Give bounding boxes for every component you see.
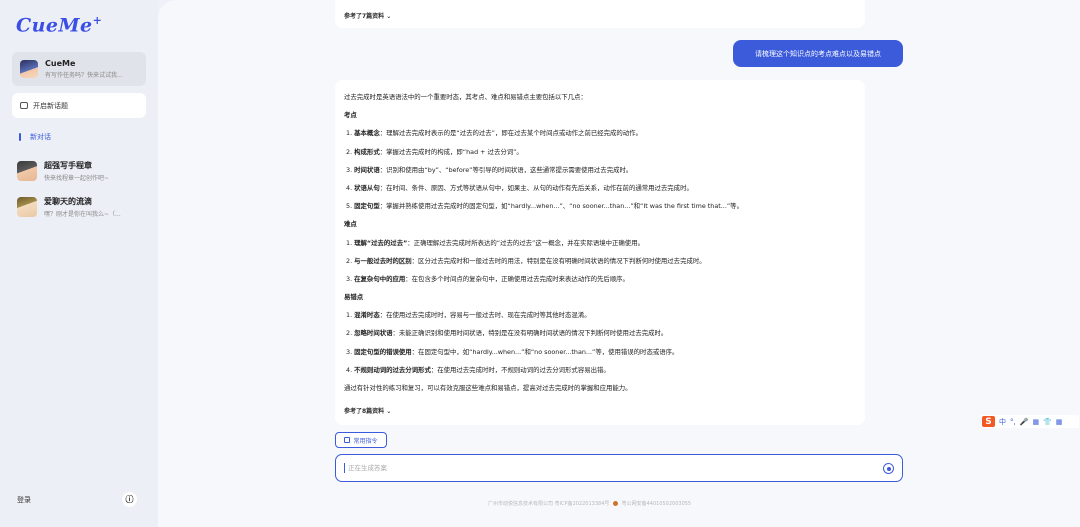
list-item: 1. 基本概念：理解过去完成时表示的是“过去的过去”，即在过去某个时间点或动作之… [346,129,642,138]
command-label: 常用指令 [353,437,378,445]
avatar [17,197,37,217]
chat-input[interactable] [344,463,864,473]
chat-main: 参考了7篇资料 ⌄ 请梳理这个知识点的考点难点以及易错点 过去完成时是英语语法中… [158,0,1080,527]
keyboard-icon[interactable]: ▦ [1032,418,1039,426]
ime-toolbar[interactable]: S 中 °, 🎤 ▦ 👕 ▦ [981,415,1079,428]
list-item: 1. 混淆时态：在使用过去完成时时，容易与一般过去时、现在完成时等其他时态混淆。 [346,311,591,320]
stop-icon [886,466,891,471]
list-item: 1. 理解“过去的过去”：正确理解过去完成时所表达的“过去的过去”这一概念，并在… [346,238,644,247]
sidebar-item-bot[interactable]: 爱聊天的流滴 嘿？刚才是你在叫我么~（... [17,195,151,219]
list-item: 2. 构成形式：掌握过去完成时的构成，即“had + 过去分词”。 [346,147,523,156]
assistant-answer: 过去完成时是英语语法中的一个重要时态，其考点、难点和易错点主要包括以下几点： 考… [335,80,865,425]
new-topic-label: 开启新话题 [33,101,68,110]
ime-mode-icon[interactable]: 中 [999,417,1006,427]
user-message: 请梳理这个知识点的考点难点以及易错点 [733,40,903,67]
list-item: 3. 在复杂句中的应用：在包含多个时间点的复杂句中，正确使用过去完成时来表达动作… [346,274,629,283]
list-item: 4. 状语从句：在时间、条件、原因、方式等状语从句中，如果主、从句的动作有先后关… [346,183,693,192]
bot-subtitle: 快来找程章一起创作吧~ [44,175,110,182]
chevron-down-icon: ⌄ [386,13,392,20]
police-link[interactable]: 粤公网安备44010502003055 [622,501,692,507]
list-item: 5. 固定句型：掌握并熟练使用过去完成时的固定句型，如“hardly...whe… [346,202,743,211]
reference-toggle[interactable]: 参考了8篇资料 ⌄ [344,406,391,415]
current-bot-card[interactable]: CueMe 有写作任务吗？快来试试我... [12,52,146,86]
login-link[interactable]: 登录 [17,495,31,505]
new-topic-button[interactable]: 开启新话题 [12,93,146,118]
sidebar-item-bot[interactable]: 超强写手程章 快来找程章一起创作吧~ [17,159,151,183]
list-item: 4. 不规则动词的过去分词形式：在使用过去完成时时，不规则动词的过去分词形式容易… [346,365,610,374]
bot-name: 超强写手程章 [44,161,92,170]
answer-intro: 过去完成时是英语语法中的一个重要时态，其考点、难点和易错点主要包括以下几点： [344,93,587,101]
bot-subtitle: 嘿？刚才是你在叫我么~（... [44,211,121,218]
icp-link[interactable]: 广州市动悦信息技术有限公司 粤ICP备2022013384号 [488,501,609,507]
list-item: 3. 固定句型的错误使用：在固定句型中，如“hardly...when...”和… [346,347,679,356]
list-item: 2. 与一般过去时的区别：区分过去完成时和一般过去时的用法，特别是在没有明确时间… [346,256,706,265]
sidebar-item-new-chat[interactable]: 新对话 [19,132,51,142]
chevron-down-icon: ⌄ [386,408,392,415]
skin-icon[interactable]: 👕 [1043,418,1052,426]
answer-outro: 通过有针对性的练习和复习，可以有效克服这些难点和易错点，提高对过去完成时的掌握和… [344,384,632,392]
bot-name: 爱聊天的流滴 [44,197,92,206]
active-indicator [19,133,21,141]
stop-generating-button[interactable] [883,463,894,474]
reference-toggle[interactable]: 参考了7篇资料 ⌄ [335,0,865,28]
section-heading: 难点 [344,220,357,229]
chat-input-box[interactable] [335,454,903,482]
footer: 广州市动悦信息技术有限公司 粤ICP备2022013384号 粤公网安备4401… [488,500,691,507]
toolbox-icon[interactable]: ▦ [1056,418,1063,426]
avatar [17,161,37,181]
reference-label: 参考了7篇资料 [344,13,385,20]
list-item: 2. 忽略时间状语：未能正确识别和使用时间状语，特别是在没有明确时间状语的情况下… [346,329,668,338]
microphone-icon[interactable]: 🎤 [1020,418,1029,426]
reference-label: 参考了8篇资料 [344,408,385,415]
sidebar: CueMe+ CueMe 有写作任务吗？快来试试我... 开启新话题 新对话 超… [0,0,158,527]
punctuation-icon[interactable]: °, [1010,418,1016,426]
chat-icon [20,102,28,109]
sogou-logo-icon[interactable]: S [982,416,995,427]
bot-name: CueMe [45,59,76,68]
command-icon [344,437,351,443]
app-logo[interactable]: CueMe+ [16,14,102,36]
avatar [20,60,38,78]
police-badge-icon [612,501,618,506]
section-heading: 考点 [344,111,357,120]
sidebar-item-label: 新对话 [30,133,51,141]
section-heading: 易错点 [344,293,364,302]
common-commands-button[interactable]: 常用指令 [335,432,387,448]
bot-subtitle: 有写作任务吗？快来试试我... [45,72,123,79]
list-item: 3. 时间状语：识别和使用由“by”、“before”等引导的时间状语，这些通常… [346,165,633,174]
info-icon[interactable]: ⓘ [122,492,137,507]
